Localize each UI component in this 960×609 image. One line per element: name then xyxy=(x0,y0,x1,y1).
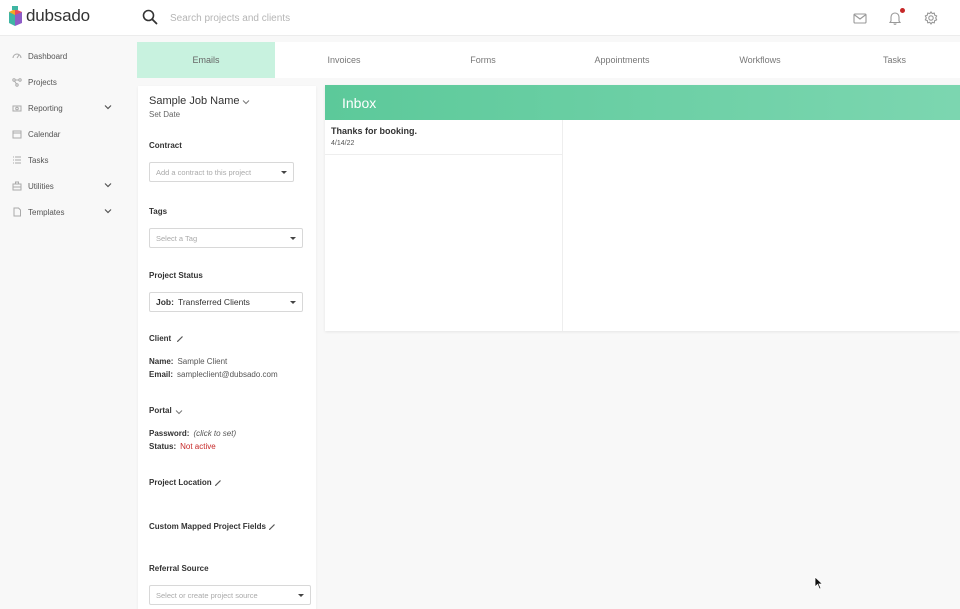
sidebar-item-label: Calendar xyxy=(28,129,61,139)
portal-status-label: Status: xyxy=(149,442,177,451)
caret-down-icon xyxy=(281,171,287,174)
sidebar-item-label: Reporting xyxy=(28,103,63,113)
set-date-link[interactable]: Set Date xyxy=(149,110,180,119)
mouse-cursor-icon xyxy=(814,576,824,590)
top-bar: dubsado xyxy=(0,0,960,36)
project-status-select[interactable]: Job: Transferred Clients xyxy=(149,292,303,312)
chevron-down-icon xyxy=(104,209,112,214)
portal-status-value: Not active xyxy=(180,442,216,451)
templates-icon xyxy=(13,207,21,217)
portal-status-row: Status: Not active xyxy=(149,442,216,451)
dubsado-logo-icon xyxy=(9,6,22,26)
contract-heading: Contract xyxy=(149,141,182,150)
client-name-row: Name: Sample Client xyxy=(149,357,227,366)
inbox-title: Inbox xyxy=(342,95,377,111)
message-subject: Thanks for booking. xyxy=(331,126,418,136)
project-tabs: Emails Invoices Forms Appointments Workf… xyxy=(137,42,960,78)
sidebar-item-calendar[interactable]: Calendar xyxy=(12,124,122,144)
app-name: dubsado xyxy=(26,6,90,25)
tab-emails[interactable]: Emails xyxy=(137,42,275,78)
notification-dot xyxy=(900,8,905,13)
portal-password-row: Password: (click to set) xyxy=(149,429,236,438)
caret-down-icon xyxy=(298,594,304,597)
sidebar-item-label: Dashboard xyxy=(28,51,68,61)
inbox-header: Inbox xyxy=(325,85,960,120)
project-name[interactable]: Sample Job Name xyxy=(149,95,240,107)
sidebar-item-label: Utilities xyxy=(28,181,54,191)
caret-down-icon xyxy=(290,301,296,304)
tab-invoices[interactable]: Invoices xyxy=(275,42,413,78)
client-name-label: Name: xyxy=(149,357,174,366)
sidebar-item-tasks[interactable]: Tasks xyxy=(12,150,122,170)
caret-down-icon xyxy=(290,237,296,240)
projects-icon xyxy=(12,78,22,87)
portal-password-label: Password: xyxy=(149,429,190,438)
project-details-panel: Sample Job Name Set Date Contract Add a … xyxy=(138,86,316,609)
tab-workflows[interactable]: Workflows xyxy=(691,42,829,78)
inbox-panel: Inbox Thanks for booking. 4/14/22 xyxy=(325,85,960,331)
client-email: sampleclient@dubsado.com xyxy=(177,370,278,379)
search-input[interactable] xyxy=(170,9,570,27)
status-value: Transferred Clients xyxy=(177,297,250,307)
pencil-icon[interactable] xyxy=(214,479,222,487)
calendar-icon xyxy=(12,130,22,139)
pencil-icon[interactable] xyxy=(268,523,276,531)
chevron-down-icon xyxy=(104,105,112,110)
portal-heading[interactable]: Portal xyxy=(149,406,172,415)
message-date: 4/14/22 xyxy=(331,140,355,147)
contract-select-placeholder: Add a contract to this project xyxy=(156,167,252,177)
status-prefix: Job: xyxy=(156,297,174,307)
portal-password-link[interactable]: (click to set) xyxy=(193,429,236,438)
referral-source-select[interactable]: Select or create project source xyxy=(149,585,311,605)
custom-fields-heading: Custom Mapped Project Fields xyxy=(149,522,266,531)
contract-select[interactable]: Add a contract to this project xyxy=(149,162,294,182)
client-name: Sample Client xyxy=(177,357,228,366)
sidebar-item-dashboard[interactable]: Dashboard xyxy=(12,46,122,66)
tags-select-placeholder: Select a Tag xyxy=(156,233,198,243)
tab-forms[interactable]: Forms xyxy=(414,42,552,78)
chevron-down-icon[interactable] xyxy=(242,98,250,106)
sidebar-item-reporting[interactable]: Reporting xyxy=(12,98,122,118)
project-location-heading: Project Location xyxy=(149,478,212,487)
dashboard-icon xyxy=(12,53,22,59)
utilities-icon xyxy=(12,181,22,191)
chevron-down-icon[interactable] xyxy=(175,408,183,416)
mail-icon[interactable] xyxy=(852,10,868,26)
client-heading: Client xyxy=(149,334,172,343)
logo[interactable]: dubsado xyxy=(9,6,90,26)
tab-appointments[interactable]: Appointments xyxy=(553,42,691,78)
list-item[interactable]: Thanks for booking. 4/14/22 xyxy=(325,120,563,155)
project-status-heading: Project Status xyxy=(149,271,203,280)
tags-heading: Tags xyxy=(149,207,168,216)
message-list: Thanks for booking. 4/14/22 xyxy=(325,120,563,331)
pencil-icon[interactable] xyxy=(176,335,184,343)
tab-tasks[interactable]: Tasks xyxy=(829,42,960,78)
search-icon[interactable] xyxy=(142,9,158,25)
referral-source-placeholder: Select or create project source xyxy=(156,590,258,600)
reporting-icon xyxy=(12,105,22,112)
chevron-down-icon xyxy=(104,183,112,188)
sidebar-item-label: Projects xyxy=(28,77,57,87)
sidebar: Dashboard Projects Reporting Calendar Ta… xyxy=(0,36,130,609)
tasks-icon xyxy=(13,156,21,164)
sidebar-item-label: Tasks xyxy=(28,155,49,165)
client-email-label: Email: xyxy=(149,370,174,379)
sidebar-item-templates[interactable]: Templates xyxy=(12,202,122,222)
sidebar-item-projects[interactable]: Projects xyxy=(12,72,122,92)
client-email-row: Email: sampleclient@dubsado.com xyxy=(149,370,278,379)
gear-icon[interactable] xyxy=(923,10,939,26)
sidebar-item-label: Templates xyxy=(28,207,65,217)
sidebar-item-utilities[interactable]: Utilities xyxy=(12,176,122,196)
tags-select[interactable]: Select a Tag xyxy=(149,228,303,248)
referral-source-heading: Referral Source xyxy=(149,564,209,573)
